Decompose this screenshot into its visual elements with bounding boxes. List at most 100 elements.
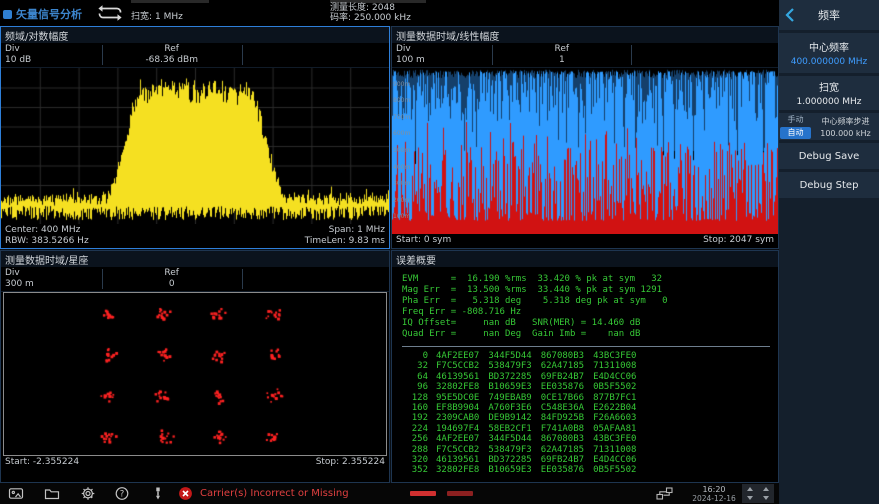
app-title-text: 矢量信号分析 [16, 6, 82, 22]
div-value: 100 m [396, 55, 425, 66]
symbol-rate-label: 码率: [330, 13, 351, 23]
start-readout: Start: 0 sym [396, 235, 451, 246]
continuous-sweep-icon[interactable] [95, 4, 125, 26]
cf-step-label: 中心频率步进 [822, 116, 870, 127]
constellation-plot [3, 292, 387, 456]
ref-label: Ref [508, 44, 616, 55]
cf-step-value: 100.000 kHz [820, 129, 870, 138]
spectrum-title: 频域/对数幅度 [1, 27, 389, 43]
center-freq-readout: Center: 400 MHz [5, 225, 89, 236]
time-mag-plot: 900m800m700m600m500m400m300m200m100m [392, 68, 778, 234]
arrow-up-icon [763, 487, 769, 491]
time-mag-header: Div100 m Ref1 [392, 43, 778, 68]
debug-step-button[interactable]: Debug Step [779, 172, 879, 198]
spectrum-trace-canvas [1, 68, 389, 224]
constellation-header: Div300 m Ref0 [1, 267, 389, 292]
panel-spectrum[interactable]: 频域/对数幅度 Div10 dB Ref-68.36 dBm Center: 4… [0, 26, 390, 249]
panel-time-magnitude[interactable]: 测量数据时域/线性幅度 Div100 m Ref1 900m800m700m60… [391, 26, 779, 249]
time-text: 16:20 [692, 485, 736, 494]
manual-option[interactable]: 手动 [779, 113, 812, 126]
header-divider [242, 269, 243, 289]
stop-readout: Stop: 2047 sym [703, 235, 774, 246]
remote-connection-icon[interactable] [656, 486, 674, 504]
center-frequency-button[interactable]: 中心频率 400.000000 MHz [779, 33, 879, 73]
vsa-screen: 矢量信号分析 扫宽:1 MHz 测量长度:2048 码率:250.000 kHz [0, 0, 879, 504]
arrow-down-icon [763, 496, 769, 500]
auto-option-selected[interactable]: 自动 [780, 127, 811, 140]
ref-value: 1 [508, 55, 616, 66]
center-frequency-label: 中心频率 [809, 39, 849, 54]
app-logo-icon [3, 10, 12, 19]
debug-step-label: Debug Step [800, 180, 859, 191]
sidebar-header: 频率 [779, 0, 879, 30]
ref-label: Ref [117, 268, 226, 279]
header-divider [102, 45, 103, 65]
top-bar: 矢量信号分析 扫宽:1 MHz 测量长度:2048 码率:250.000 kHz [0, 0, 779, 26]
span-button[interactable]: 扫宽 1.000000 MHz [779, 76, 879, 110]
nav-arrows-box[interactable] [742, 484, 774, 503]
error-summary-title: 误差概要 [392, 251, 778, 267]
span-readout: Span: 1 MHz [305, 225, 385, 236]
minimized-marker[interactable] [410, 491, 436, 496]
panel-constellation[interactable]: 测量数据时域/星座 Div300 m Ref0 Start: -2.355224… [0, 250, 390, 483]
minimized-marker[interactable] [447, 491, 473, 496]
gear-icon[interactable] [80, 486, 96, 504]
header-divider [631, 45, 632, 65]
folder-icon[interactable] [44, 486, 60, 504]
constellation-title: 测量数据时域/星座 [1, 251, 389, 267]
frequency-menu-sidebar: 频率 中心频率 400.000000 MHz 扫宽 1.000000 MHz 手… [779, 0, 879, 504]
div-label: Div [5, 44, 31, 55]
span-value: 1.000000 MHz [796, 97, 861, 107]
measurement-readout: 测量长度:2048 码率:250.000 kHz [330, 3, 414, 23]
status-error-message[interactable]: Carrier(s) Incorrect or Missing [178, 486, 349, 501]
cf-step-button: 手动 自动 中心频率步进 100.000 kHz [779, 113, 879, 140]
constellation-canvas [4, 293, 386, 455]
hex-dump: 04AF2EE07344F5D44867080B343BC3FE032F7C5C… [402, 346, 770, 476]
header-divider [492, 45, 493, 65]
symbol-rate-value: 250.000 kHz [354, 13, 411, 23]
meas-length-label: 测量长度: [330, 3, 369, 13]
sweep-readout: 扫宽:1 MHz [131, 9, 186, 22]
div-label: Div [396, 44, 425, 55]
sweep-label: 扫宽: [131, 12, 152, 22]
error-circle-icon [178, 486, 193, 501]
main-content: 矢量信号分析 扫宽:1 MHz 测量长度:2048 码率:250.000 kHz [0, 0, 779, 504]
manual-auto-toggle: 手动 自动 [779, 113, 812, 140]
arrow-up-icon [747, 487, 753, 491]
center-frequency-value: 400.000000 MHz [791, 57, 868, 67]
spectrum-plot [1, 68, 389, 224]
div-value: 300 m [5, 279, 34, 290]
panel-grid: 频域/对数幅度 Div10 dB Ref-68.36 dBm Center: 4… [0, 26, 779, 483]
debug-save-label: Debug Save [799, 151, 860, 162]
error-text: Carrier(s) Incorrect or Missing [200, 488, 349, 499]
spectrum-header: Div10 dB Ref-68.36 dBm [1, 43, 389, 68]
svg-text:?: ? [120, 489, 125, 499]
app-title: 矢量信号分析 [3, 6, 82, 22]
time-mag-title: 测量数据时域/线性幅度 [392, 27, 778, 43]
clock: 16:20 2024-12-16 [692, 485, 736, 504]
error-summary-body: EVM = 16.190 %rms 33.420 % pk at sym 32M… [392, 267, 778, 482]
start-readout: Start: -2.355224 [5, 457, 79, 468]
span-label: 扫宽 [819, 79, 839, 94]
sweep-value: 1 MHz [155, 12, 183, 22]
timelen-readout: TimeLen: 9.83 ms [305, 236, 385, 247]
debug-save-button[interactable]: Debug Save [779, 143, 879, 169]
panel-error-summary[interactable]: 误差概要 EVM = 16.190 %rms 33.420 % pk at sy… [391, 250, 779, 483]
screenshot-icon[interactable] [8, 486, 24, 504]
ref-label: Ref [117, 44, 226, 55]
ref-value: -68.36 dBm [117, 55, 226, 66]
help-icon[interactable]: ? [114, 486, 130, 504]
screwdriver-icon[interactable] [150, 486, 166, 504]
clipped-text-artifact [131, 0, 209, 3]
constellation-footer: Start: -2.355224 Stop: 2.355224 [1, 456, 389, 482]
ref-value: 0 [117, 279, 226, 290]
div-value: 10 dB [5, 55, 31, 66]
cf-step-value-button[interactable]: 中心频率步进 100.000 kHz [812, 113, 879, 140]
div-label: Div [5, 268, 34, 279]
rbw-readout: RBW: 383.5266 Hz [5, 236, 89, 247]
time-trace-canvas [392, 68, 778, 234]
spectrum-footer: Center: 400 MHzRBW: 383.5266 Hz Span: 1 … [1, 224, 389, 248]
time-mag-footer: Start: 0 sym Stop: 2047 sym [392, 234, 778, 248]
back-chevron-icon[interactable] [785, 7, 795, 27]
header-divider [102, 269, 103, 289]
